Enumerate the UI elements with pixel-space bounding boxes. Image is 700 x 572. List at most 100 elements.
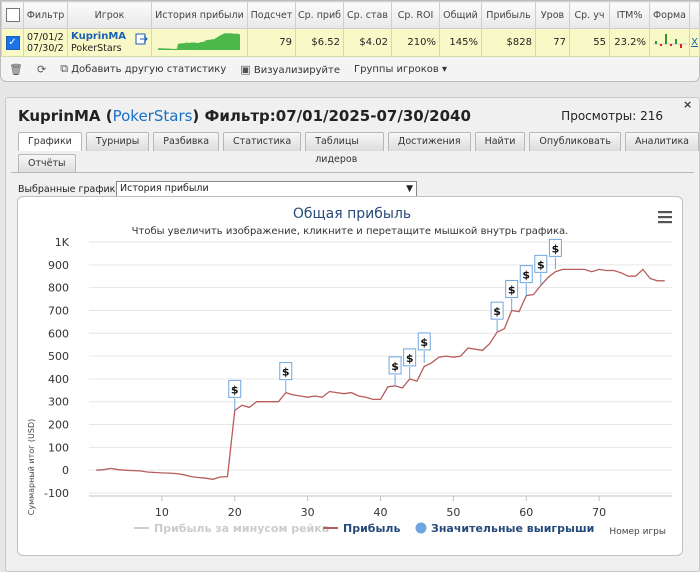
- legend-item-profit[interactable]: Прибыль: [323, 522, 400, 535]
- big-win-marker[interactable]: $: [417, 332, 431, 363]
- add-stats-link[interactable]: ⧉ Добавить другую статистику: [60, 62, 226, 76]
- select-all-checkbox[interactable]: [5, 8, 20, 22]
- tab-publish[interactable]: Опубликовать: [529, 132, 621, 151]
- copy-icon: ⧉: [60, 62, 69, 75]
- y-tick-label: 700: [48, 304, 69, 317]
- tab-statistics[interactable]: Статистика: [223, 132, 302, 151]
- x-tick-label: 70: [592, 506, 606, 519]
- legend-item-rake[interactable]: Прибыль за минусом рейка: [134, 522, 329, 535]
- row-checkbox[interactable]: ✓: [5, 35, 20, 50]
- table-row[interactable]: ✓ 07/01/2 07/30/2 KuprinMA PokerStars 79…: [1, 28, 700, 57]
- tab-charts[interactable]: Графики: [18, 132, 82, 151]
- x-tick-label: 40: [374, 506, 388, 519]
- y-tick-label: 200: [48, 419, 69, 432]
- y-tick-label: -100: [44, 487, 69, 500]
- row-profit-sparkline[interactable]: [151, 28, 248, 57]
- title-site-link[interactable]: PokerStars: [113, 107, 193, 125]
- big-win-marker[interactable]: $: [490, 301, 504, 333]
- header-count[interactable]: Подсчет: [247, 1, 296, 29]
- tab-reports[interactable]: Отчёты: [18, 154, 76, 173]
- page-title: KuprinMA (PokerStars) Фильтр:07/01/2025-…: [18, 107, 471, 125]
- tab-achievements[interactable]: Достижения: [387, 132, 471, 151]
- x-tick-label: 30: [301, 506, 315, 519]
- tab-find[interactable]: Найти: [474, 132, 526, 151]
- row-avg-stake: $4.02: [343, 28, 392, 57]
- chevron-down-icon: ▼: [406, 184, 413, 194]
- big-win-marker[interactable]: $: [505, 279, 519, 311]
- grid-toolbar: 🗑 ⟳ ⧉ Добавить другую статистику ▣ Визуа…: [9, 61, 447, 77]
- row-remove-button[interactable]: X: [689, 28, 700, 57]
- row-itm: 23.2%: [609, 28, 650, 57]
- y-tick-label: 100: [48, 441, 69, 454]
- chart-legend[interactable]: Прибыль за минусом рейка Прибыль Значите…: [134, 522, 594, 535]
- big-win-marker[interactable]: $: [228, 379, 242, 411]
- row-level: 77: [535, 28, 570, 57]
- tab-breakdown[interactable]: Разбивка: [153, 132, 220, 151]
- row-checkbox-cell[interactable]: ✓: [1, 28, 24, 57]
- close-icon[interactable]: ×: [683, 99, 693, 110]
- row-profit: $828: [481, 28, 536, 57]
- big-win-marker[interactable]: $: [403, 348, 417, 379]
- grid-lines: [89, 241, 672, 494]
- header-level[interactable]: Уров: [535, 1, 570, 29]
- row-count: 79: [247, 28, 296, 57]
- legend-label-big-wins: Значительные выигрыши: [431, 522, 594, 535]
- tab-leaderboards[interactable]: Таблицы лидеров: [305, 132, 384, 165]
- header-avg-field[interactable]: Ср. уч: [569, 1, 610, 29]
- big-win-marker[interactable]: $: [388, 356, 402, 387]
- tab-tournaments[interactable]: Турниры: [85, 132, 150, 151]
- title-open-paren: (: [100, 107, 113, 125]
- chart-selector-label: Выбранные графики:: [18, 184, 125, 195]
- header-itm[interactable]: ITM%: [609, 1, 650, 29]
- visualize-link[interactable]: ▣ Визуализируйте: [240, 63, 340, 76]
- y-axis: -100 0 100 200 300 400 500 600 700 800 900 1K: [44, 236, 70, 500]
- dollar-icon: $: [522, 269, 530, 282]
- tab-analytics[interactable]: Аналитика: [624, 132, 699, 151]
- view-count: Просмотры: 216: [561, 109, 663, 123]
- sparkline-area: [158, 33, 240, 50]
- row-player[interactable]: KuprinMA PokerStars: [67, 28, 152, 57]
- header-filter[interactable]: Фильтр: [23, 1, 68, 29]
- chart-selector[interactable]: История прибыли ▼: [116, 181, 417, 197]
- header-profit-history[interactable]: История прибыли: [151, 1, 248, 29]
- big-win-marker[interactable]: $: [279, 362, 293, 393]
- chart-container[interactable]: Общая прибыль Чтобы увеличить изображени…: [17, 196, 683, 556]
- player-groups-label: Группы игроков: [354, 63, 439, 75]
- tab-divider: [11, 172, 694, 173]
- y-tick-label: 900: [48, 259, 69, 272]
- y-tick-label: 800: [48, 282, 69, 295]
- header-select-all[interactable]: [1, 1, 24, 29]
- x-axis-title: Номер игры: [609, 527, 666, 537]
- profit-sparkline: [158, 33, 240, 50]
- header-profit[interactable]: Прибыль: [481, 1, 536, 29]
- dollar-icon: $: [391, 360, 399, 373]
- refresh-icon[interactable]: ⟳: [37, 63, 46, 76]
- stats-grid-panel: Фильтр Игрок История прибыли Подсчет Ср.…: [0, 0, 700, 82]
- menu-icon[interactable]: [658, 211, 672, 224]
- trash-icon[interactable]: 🗑: [9, 63, 23, 76]
- header-total[interactable]: Общий: [439, 1, 482, 29]
- profit-chart[interactable]: Общая прибыль Чтобы увеличить изображени…: [18, 197, 682, 555]
- x-tick-label: 50: [446, 506, 460, 519]
- row-filter-to: 07/30/2: [27, 42, 64, 54]
- header-avg-profit[interactable]: Ср. приб: [295, 1, 344, 29]
- header-player[interactable]: Игрок: [67, 1, 152, 29]
- player-groups-dropdown[interactable]: Группы игроков ▾: [354, 64, 447, 75]
- dollar-icon: $: [537, 258, 545, 271]
- visualize-label: Визуализируйте: [253, 64, 341, 76]
- chart-title: Общая прибыль: [293, 206, 411, 222]
- y-tick-label: 300: [48, 396, 69, 409]
- big-win-marker[interactable]: $: [519, 265, 533, 296]
- form-minichart: [653, 34, 687, 48]
- title-player: KuprinMA: [18, 107, 101, 125]
- header-avg-stake[interactable]: Ср. став: [343, 1, 392, 29]
- header-avg-roi[interactable]: Ср. ROI: [391, 1, 440, 29]
- chevron-down-icon: ▾: [442, 63, 448, 75]
- row-total: 145%: [439, 28, 482, 57]
- share-icon[interactable]: [135, 33, 148, 45]
- y-tick-label: 0: [62, 464, 69, 477]
- header-form[interactable]: Форма: [649, 1, 690, 29]
- legend-item-big-wins[interactable]: Значительные выигрыши: [415, 522, 595, 535]
- x-tick-label: 10: [155, 506, 169, 519]
- dollar-icon: $: [406, 352, 414, 365]
